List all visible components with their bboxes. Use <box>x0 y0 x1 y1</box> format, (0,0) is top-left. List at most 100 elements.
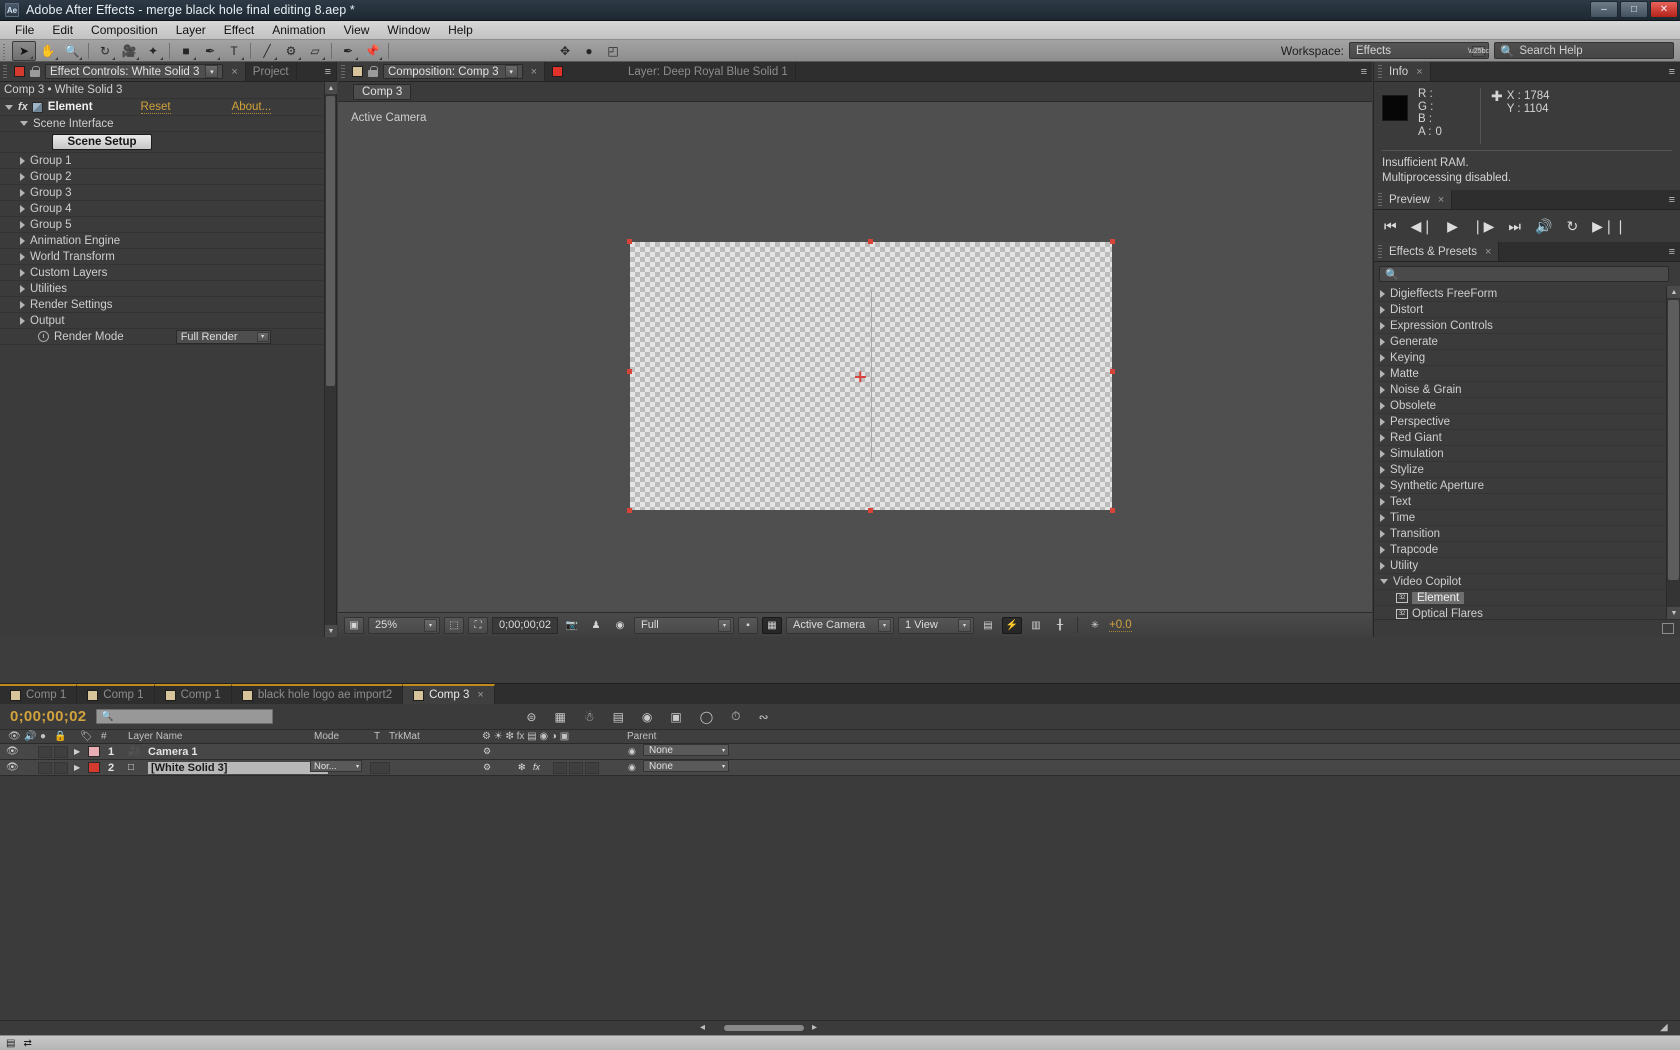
play-button[interactable]: ▶ <box>1447 218 1458 235</box>
chevron-right-icon[interactable] <box>1380 497 1385 506</box>
toggle-view-masks-icon[interactable]: ▣ <box>344 616 364 634</box>
3d-layer-cell[interactable] <box>585 762 599 774</box>
chevron-right-icon[interactable] <box>1380 529 1385 538</box>
selection-handle[interactable] <box>627 239 632 244</box>
close-button[interactable]: ✕ <box>1650 1 1678 18</box>
timeline-resize-icon[interactable]: ◢ <box>1660 1022 1668 1033</box>
eraser-tool[interactable]: ▱ <box>303 41 327 61</box>
workspace-select[interactable]: Effects \u25bc <box>1349 42 1489 59</box>
selection-handle[interactable] <box>868 239 873 244</box>
chevron-right-icon[interactable] <box>1380 369 1385 378</box>
chevron-right-icon[interactable] <box>20 172 25 181</box>
close-icon[interactable]: × <box>1413 66 1422 78</box>
tab-preview[interactable]: Preview × <box>1374 190 1453 209</box>
fx-group-world-transform[interactable]: World Transform <box>0 249 324 265</box>
exposure-icon[interactable]: ✳ <box>1085 617 1105 634</box>
selection-handle[interactable] <box>627 369 632 374</box>
pen-tool[interactable]: ✒ <box>198 41 222 61</box>
chevron-right-icon[interactable] <box>1380 321 1385 330</box>
effects-category-stylize[interactable]: Stylize <box>1374 462 1666 478</box>
solo-toggle-cell[interactable] <box>54 762 68 774</box>
fx-group-output[interactable]: Output <box>0 313 324 329</box>
scroll-down-icon[interactable]: ▼ <box>1667 607 1680 619</box>
fx-group-custom-layers[interactable]: Custom Layers <box>0 265 324 281</box>
fx-group-group-2[interactable]: Group 2 <box>0 169 324 185</box>
sphere-icon[interactable]: ● <box>577 41 601 61</box>
effects-category-utility[interactable]: Utility <box>1374 558 1666 574</box>
selection-handle[interactable] <box>868 508 873 513</box>
menu-animation[interactable]: Animation <box>263 21 334 39</box>
chevron-right-icon[interactable]: ▶ <box>74 763 80 772</box>
close-icon[interactable]: × <box>1482 246 1491 258</box>
selection-tool[interactable]: ➤ <box>12 40 36 61</box>
menu-layer[interactable]: Layer <box>167 21 215 39</box>
menu-edit[interactable]: Edit <box>43 21 82 39</box>
tab-effects-and-presets[interactable]: Effects & Presets × <box>1374 242 1500 261</box>
effect-controls-scrollbar[interactable]: ▲ ▼ <box>324 82 337 637</box>
layer-name[interactable]: [White Solid 3] <box>148 762 328 774</box>
fx-group-group-5[interactable]: Group 5 <box>0 217 324 233</box>
selection-handle[interactable] <box>1110 239 1115 244</box>
shape-tool[interactable]: ■ <box>174 41 198 61</box>
menu-file[interactable]: File <box>6 21 43 39</box>
tab-effect-controls[interactable]: Effect Controls: White Solid 3 ▾ × <box>0 62 246 81</box>
composition-mini-flowchart-icon[interactable]: ⊜ <box>523 710 539 724</box>
effects-category-synthetic-aperture[interactable]: Synthetic Aperture <box>1374 478 1666 494</box>
rotation-tool[interactable]: ↻ <box>93 41 117 61</box>
chevron-right-icon[interactable] <box>20 268 25 277</box>
toolbar-grip[interactable] <box>1 41 10 60</box>
selection-handle[interactable] <box>627 508 632 513</box>
chevron-right-icon[interactable] <box>1380 385 1385 394</box>
scroll-up-icon[interactable]: ▲ <box>325 82 337 94</box>
frame-blending-icon[interactable]: ▤ <box>610 710 627 724</box>
effects-category-digieffects-freeform[interactable]: Digieffects FreeForm <box>1374 286 1666 302</box>
effects-category-text[interactable]: Text <box>1374 494 1666 510</box>
exposure-value[interactable]: +0.0 <box>1109 619 1132 632</box>
fx-group-utilities[interactable]: Utilities <box>0 281 324 297</box>
effects-category-obsolete[interactable]: Obsolete <box>1374 398 1666 414</box>
fx-switch-icon[interactable]: fx <box>533 762 540 772</box>
scene-setup-button[interactable]: Scene Setup <box>52 134 152 150</box>
effects-category-distort[interactable]: Distort <box>1374 302 1666 318</box>
brainstorm-icon[interactable]: ▣ <box>667 710 684 724</box>
chevron-right-icon[interactable] <box>1380 561 1385 570</box>
anchor-point-icon[interactable] <box>855 371 866 382</box>
camera-tool[interactable]: 🎥 <box>117 41 141 61</box>
parent-pickwhip-icon[interactable]: ◉ <box>628 762 636 773</box>
hide-shy-layers-icon[interactable]: ☃ <box>581 710 598 724</box>
chevron-right-icon[interactable] <box>20 156 25 165</box>
view-camera-select[interactable]: Active Camera ▾ <box>786 616 894 634</box>
audio-toggle-cell[interactable] <box>38 762 52 774</box>
chevron-right-icon[interactable]: ▶ <box>74 747 80 756</box>
current-time-display[interactable]: 0;00;00;02 <box>10 708 86 725</box>
tab-project[interactable]: Project <box>245 62 297 81</box>
chevron-right-icon[interactable] <box>20 188 25 197</box>
effects-scrollbar[interactable]: ▲ ▼ <box>1666 286 1680 619</box>
zoom-out-icon[interactable]: ◂ <box>700 1022 705 1033</box>
menu-composition[interactable]: Composition <box>82 21 167 39</box>
zoom-tool[interactable]: 🔍 <box>60 41 84 61</box>
chevron-right-icon[interactable] <box>1380 481 1385 490</box>
anchor-align-icon[interactable]: ✥ <box>553 41 577 61</box>
last-frame-button[interactable]: ⏭ <box>1508 218 1521 235</box>
chevron-right-icon[interactable] <box>20 284 25 293</box>
fx-group-render-settings[interactable]: Render Settings <box>0 297 324 313</box>
effects-category-generate[interactable]: Generate <box>1374 334 1666 350</box>
composition-selector[interactable]: Composition: Comp 3 ▾ <box>383 64 523 79</box>
menu-help[interactable]: Help <box>439 21 482 39</box>
tab-layer-deep-royal-blue-solid-1[interactable]: Layer: Deep Royal Blue Solid 1 <box>545 62 796 81</box>
loop-button[interactable]: ↻ <box>1566 218 1578 235</box>
search-help-input[interactable]: 🔍 Search Help <box>1494 42 1674 59</box>
scroll-up-icon[interactable]: ▲ <box>1667 286 1680 298</box>
menu-view[interactable]: View <box>335 21 379 39</box>
timeline-tab-comp-1[interactable]: Comp 1 <box>0 684 78 704</box>
fx-group-group-4[interactable]: Group 4 <box>0 201 324 217</box>
video-toggle-icon[interactable]: 👁 <box>6 746 19 757</box>
viewer-timecode[interactable]: 0;00;00;02 <box>492 616 558 634</box>
region-of-interest-toggle-icon[interactable]: ▪ <box>738 616 758 634</box>
3d-renderer-icon[interactable]: ╂ <box>1050 617 1070 634</box>
close-icon[interactable]: × <box>1435 194 1444 206</box>
panel-menu-icon[interactable]: ≡ <box>1669 62 1680 81</box>
chevron-right-icon[interactable] <box>1380 305 1385 314</box>
effects-category-expression-controls[interactable]: Expression Controls <box>1374 318 1666 334</box>
